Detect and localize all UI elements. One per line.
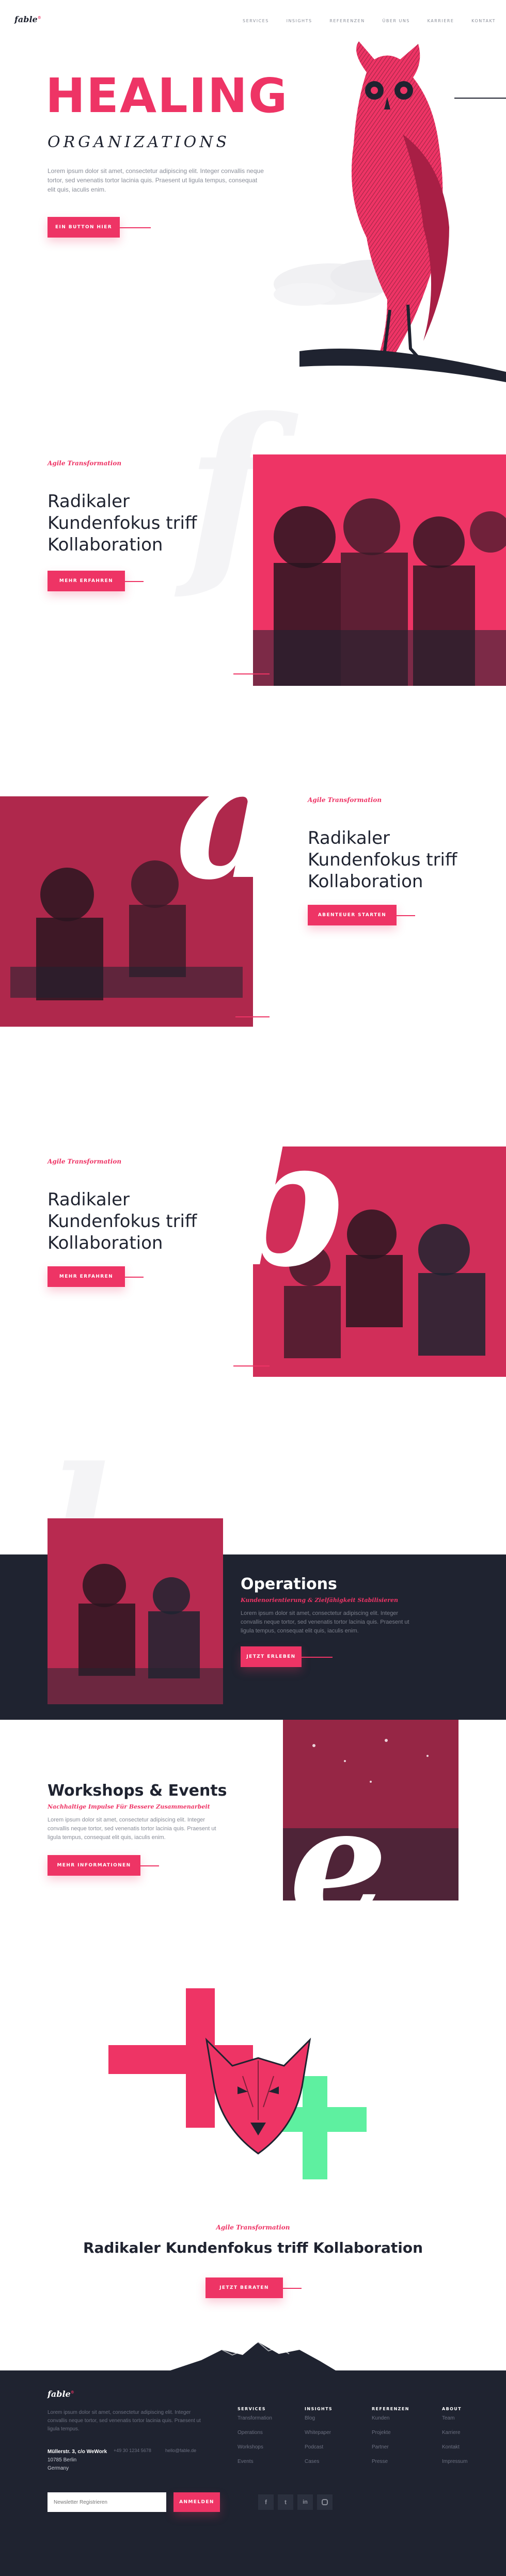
team-photo [253,454,506,686]
operations-button[interactable]: Jetzt Erleben [241,1646,302,1667]
linkedin-icon[interactable]: in [297,2494,313,2510]
footer-link[interactable]: Transformation [238,2411,272,2426]
wolf-illustration [191,2030,325,2164]
footer-address: Müllerstr. 3, c/o WeWork 10785 Berlin Ge… [48,2449,107,2471]
photo-accent-line [233,673,270,674]
footer-link[interactable]: Kontakt [442,2440,467,2455]
section-button[interactable]: Abenteuer Starten [308,905,397,925]
footer-link[interactable]: Events [238,2455,272,2469]
section-heading: Radikaler Kundenfokus triff Kollaboratio… [48,491,197,555]
social-links: f t in [258,2494,333,2510]
hero-button[interactable]: Ein Button Hier [48,217,120,238]
footer-phone[interactable]: +49 30 1234 5678 [114,2448,151,2453]
footer-link[interactable]: Podcast [305,2440,333,2455]
footer-link[interactable]: Partner [372,2440,409,2455]
footer-link[interactable]: Projekte [372,2426,409,2440]
footer-link[interactable]: Workshops [238,2440,272,2455]
hero-subtitle: ORGANIZATIONS [48,133,230,151]
footer-link[interactable]: Cases [305,2455,333,2469]
section-a: a Agile Transformation Radikaler Kundenf… [0,718,506,1038]
operations-subtitle: Kundenorientierung & Zielfähigkeit Stabi… [241,1597,399,1604]
workshops-button[interactable]: Mehr Informationen [48,1855,140,1876]
operations-photo [48,1518,223,1704]
mountain-illustration [170,2339,336,2370]
workshops-subtitle: Nachhaltige Impulse Für Bessere Zusammen… [48,1803,210,1810]
footer: fable® Lorem ipsum dolor sit amet, conse… [0,2370,506,2576]
section-button-line [125,1277,144,1278]
operations-body: Lorem ipsum dolor sit amet, consectetur … [241,1610,409,1634]
section-f: f Agile Transformation Radikaler Kundenf… [0,392,506,713]
nav-item-referenzen[interactable]: Referenzen [329,19,365,23]
section-heading: Radikaler Kundenfokus triff Kollaboratio… [48,1189,197,1253]
logo[interactable]: fable® [14,14,41,24]
giant-letter-e: e [289,1773,388,1955]
nav-item-karriere[interactable]: Karriere [428,19,454,23]
footer-link[interactable]: Impressum [442,2455,467,2469]
photo-accent-line [235,1016,270,1017]
main-nav: Services Insights Referenzen Über uns Ka… [243,19,496,23]
instagram-icon[interactable] [317,2494,333,2510]
section-button[interactable]: Mehr Erfahren [48,1266,125,1287]
newsletter-button[interactable]: Anmelden [173,2492,220,2512]
hero-title: HEALING [45,68,289,123]
footer-logo[interactable]: fable® [48,2389,74,2399]
hero-section: HEALING ORGANIZATIONS Lorem ipsum dolor … [0,41,506,403]
cta-section: Agile Transformation Radikaler Kundenfok… [0,1988,506,2308]
footer-about: Lorem ipsum dolor sit amet, consectetur … [48,2410,201,2432]
section-b: Agile Transformation Radikaler Kundenfok… [0,1095,506,1415]
nav-item-services[interactable]: Services [243,19,269,23]
footer-col-services: Services Transformation Operations Works… [238,2407,272,2469]
footer-col-about: About Team Karriere Kontakt Impressum [442,2407,467,2469]
facebook-icon[interactable]: f [258,2494,274,2510]
newsletter-input[interactable] [48,2492,166,2512]
footer-link[interactable]: Blog [305,2411,333,2426]
giant-letter-b: b [225,1100,348,1306]
footer-col-referenzen: Referenzen Kunden Projekte Partner Press… [372,2407,409,2469]
footer-link[interactable]: Whitepaper [305,2426,333,2440]
workshops-section: Workshops & Events Nachhaltige Impulse F… [0,1720,506,1942]
footer-link[interactable]: Presse [372,2455,409,2469]
nav-item-ueber-uns[interactable]: Über uns [382,19,409,23]
footer-link[interactable]: Kunden [372,2411,409,2426]
section-tag: Agile Transformation [308,796,382,804]
footer-link[interactable]: Karriere [442,2426,467,2440]
cta-tag: Agile Transformation [216,2224,290,2231]
workshops-body: Lorem ipsum dolor sit amet, consectetur … [48,1817,216,1841]
operations-button-line [302,1657,333,1658]
header: fable® Services Insights Referenzen Über… [0,0,506,41]
footer-link[interactable]: Operations [238,2426,272,2440]
section-tag: Agile Transformation [48,1158,122,1165]
twitter-icon[interactable]: t [278,2494,293,2510]
section-tag: Agile Transformation [48,460,122,467]
section-button-line [397,915,415,916]
hero-button-line [120,227,151,228]
photo-accent-line [233,1365,270,1366]
footer-email[interactable]: hello@fable.de [165,2448,196,2453]
cta-heading: Radikaler Kundenfokus triff Kollaboratio… [83,2239,423,2256]
workshops-title: Workshops & Events [48,1782,227,1800]
footer-col-insights: Insights Blog Whitepaper Podcast Cases [305,2407,333,2469]
footer-link[interactable]: Team [442,2411,467,2426]
cta-button[interactable]: Jetzt Beraten [205,2277,283,2298]
section-heading: Radikaler Kundenfokus triff Kollaboratio… [308,828,457,892]
operations-title: Operations [241,1575,337,1593]
nav-item-kontakt[interactable]: Kontakt [471,19,496,23]
nav-item-insights[interactable]: Insights [287,19,312,23]
giant-letter-a: a [176,713,290,919]
section-button[interactable]: Mehr Erfahren [48,571,125,591]
workshops-button-line [140,1865,159,1866]
section-button-line [125,581,144,582]
owl-illustration [268,41,506,382]
cta-button-line [283,2288,302,2289]
hero-body: Lorem ipsum dolor sit amet, consectetur … [48,167,264,193]
